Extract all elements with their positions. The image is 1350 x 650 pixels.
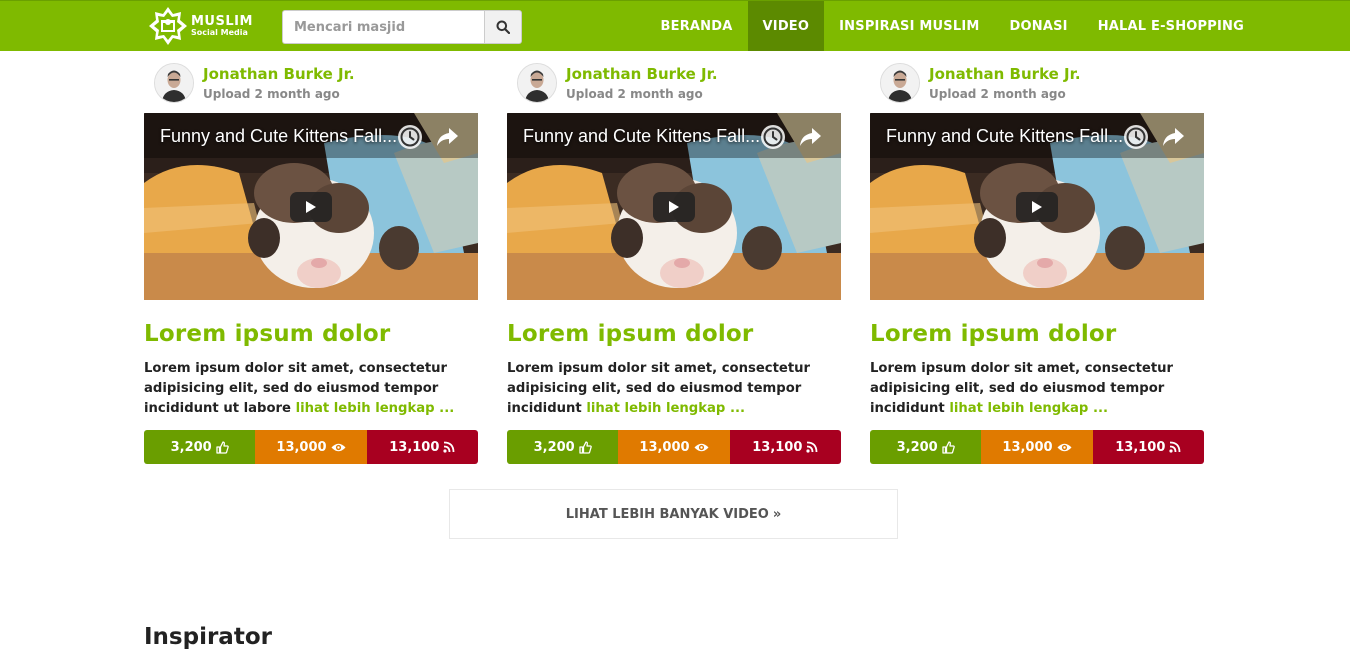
load-more-label: LIHAT LEBIH BANYAK VIDEO: [565, 506, 769, 522]
rss-count: 13,100: [389, 439, 440, 455]
load-more-videos-button[interactable]: LIHAT LEBIH BANYAK VIDEO »: [449, 489, 898, 539]
author-name[interactable]: Jonathan Burke Jr.: [929, 65, 1081, 83]
thumbs-up-icon: [216, 440, 229, 454]
card-title[interactable]: Lorem ipsum dolor: [144, 321, 478, 347]
brand-text: MUSLIM Social Media: [191, 15, 253, 37]
rss-icon: [443, 441, 455, 453]
video-title[interactable]: Funny and Cute Kittens Fall...: [523, 126, 760, 147]
eye-icon: [1057, 443, 1072, 451]
author: Jonathan Burke Jr. Upload 2 month ago: [517, 62, 841, 104]
card-excerpt: Lorem ipsum dolor sit amet, consectetur …: [144, 359, 478, 419]
views-count: 13,000: [1002, 439, 1053, 455]
play-button[interactable]: [1016, 192, 1058, 222]
stats-bar: 3,200 13,000 13,100: [507, 430, 841, 464]
author: Jonathan Burke Jr. Upload 2 month ago: [154, 62, 478, 104]
rss-icon: [1169, 441, 1181, 453]
rss-stat[interactable]: 13,100: [366, 430, 478, 464]
search-icon: [496, 20, 510, 34]
play-icon: [1032, 201, 1042, 213]
video-player[interactable]: Funny and Cute Kittens Fall...: [870, 113, 1204, 300]
author-name[interactable]: Jonathan Burke Jr.: [566, 65, 718, 83]
views-stat[interactable]: 13,000: [981, 430, 1093, 464]
avatar-image: [881, 64, 919, 102]
main-nav: BERANDA VIDEO INSPIRASI MUSLIM DONASI HA…: [646, 1, 1259, 51]
play-icon: [669, 201, 679, 213]
card-excerpt: Lorem ipsum dolor sit amet, consectetur …: [870, 359, 1204, 419]
views-count: 13,000: [276, 439, 327, 455]
card-excerpt: Lorem ipsum dolor sit amet, consectetur …: [507, 359, 841, 419]
nav-inspirasi-muslim[interactable]: INSPIRASI MUSLIM: [824, 1, 994, 51]
video-title[interactable]: Funny and Cute Kittens Fall...: [160, 126, 397, 147]
upload-time: Upload 2 month ago: [566, 87, 703, 101]
search-input[interactable]: [282, 10, 484, 44]
author-info: Jonathan Burke Jr. Upload 2 month ago: [929, 65, 1081, 101]
nav-beranda[interactable]: BERANDA: [646, 1, 748, 51]
author: Jonathan Burke Jr. Upload 2 month ago: [880, 62, 1204, 104]
navbar: MUSLIM Social Media BERANDA VIDEO INSPIR…: [0, 0, 1350, 51]
views-count: 13,000: [639, 439, 690, 455]
brand-tagline: Social Media: [191, 28, 248, 37]
brand-name: MUSLIM: [191, 14, 253, 29]
rss-count: 13,100: [1115, 439, 1166, 455]
section-title: Inspirator: [144, 624, 272, 650]
clock-icon[interactable]: [1123, 124, 1149, 150]
rss-stat[interactable]: 13,100: [729, 430, 841, 464]
stats-bar: 3,200 13,000 13,100: [870, 430, 1204, 464]
brand-logo[interactable]: MUSLIM Social Media: [148, 6, 253, 46]
read-more-link[interactable]: lihat lebih lengkap ...: [586, 401, 745, 416]
card-title[interactable]: Lorem ipsum dolor: [870, 321, 1204, 347]
rss-stat[interactable]: 13,100: [1092, 430, 1204, 464]
read-more-link[interactable]: lihat lebih lengkap ...: [949, 401, 1108, 416]
stats-bar: 3,200 13,000 13,100: [144, 430, 478, 464]
avatar[interactable]: [517, 63, 557, 103]
video-card: Jonathan Burke Jr. Upload 2 month ago Fu…: [870, 62, 1204, 464]
clock-icon[interactable]: [760, 124, 786, 150]
views-stat[interactable]: 13,000: [255, 430, 367, 464]
avatar[interactable]: [154, 63, 194, 103]
avatar-image: [155, 64, 193, 102]
nav-donasi[interactable]: DONASI: [995, 1, 1083, 51]
share-icon[interactable]: [1161, 126, 1185, 148]
thumbs-up-icon: [579, 440, 592, 454]
views-stat[interactable]: 13,000: [618, 430, 730, 464]
rss-count: 13,100: [752, 439, 803, 455]
nav-video[interactable]: VIDEO: [747, 1, 825, 51]
likes-stat[interactable]: 3,200: [870, 430, 982, 464]
video-player[interactable]: Funny and Cute Kittens Fall...: [507, 113, 841, 300]
author-name[interactable]: Jonathan Burke Jr.: [203, 65, 355, 83]
eye-icon: [331, 443, 346, 451]
share-icon[interactable]: [798, 126, 822, 148]
video-cards: Jonathan Burke Jr. Upload 2 month ago Fu…: [144, 62, 1204, 464]
play-button[interactable]: [290, 192, 332, 222]
video-player[interactable]: Funny and Cute Kittens Fall...: [144, 113, 478, 300]
clock-icon[interactable]: [397, 124, 423, 150]
avatar[interactable]: [880, 63, 920, 103]
author-info: Jonathan Burke Jr. Upload 2 month ago: [566, 65, 718, 101]
upload-time: Upload 2 month ago: [929, 87, 1066, 101]
logo-star-icon: [149, 7, 187, 45]
thumbs-up-icon: [942, 440, 955, 454]
likes-count: 3,200: [896, 439, 938, 455]
play-icon: [306, 201, 316, 213]
card-title[interactable]: Lorem ipsum dolor: [507, 321, 841, 347]
eye-icon: [694, 443, 709, 451]
read-more-link[interactable]: lihat lebih lengkap ...: [296, 401, 455, 416]
nav-halal-e-shopping[interactable]: HALAL E-SHOPPING: [1083, 1, 1259, 51]
avatar-image: [518, 64, 556, 102]
likes-stat[interactable]: 3,200: [144, 430, 256, 464]
likes-count: 3,200: [170, 439, 212, 455]
share-icon[interactable]: [435, 126, 459, 148]
video-title[interactable]: Funny and Cute Kittens Fall...: [886, 126, 1123, 147]
upload-time: Upload 2 month ago: [203, 87, 340, 101]
rss-icon: [806, 441, 818, 453]
video-card: Jonathan Burke Jr. Upload 2 month ago Fu…: [507, 62, 841, 464]
double-chevron-right-icon: »: [772, 506, 782, 522]
likes-count: 3,200: [533, 439, 575, 455]
play-button[interactable]: [653, 192, 695, 222]
author-info: Jonathan Burke Jr. Upload 2 month ago: [203, 65, 355, 101]
video-card: Jonathan Burke Jr. Upload 2 month ago Fu…: [144, 62, 478, 464]
search-button[interactable]: [484, 10, 522, 44]
search-bar: [282, 10, 522, 44]
likes-stat[interactable]: 3,200: [507, 430, 619, 464]
